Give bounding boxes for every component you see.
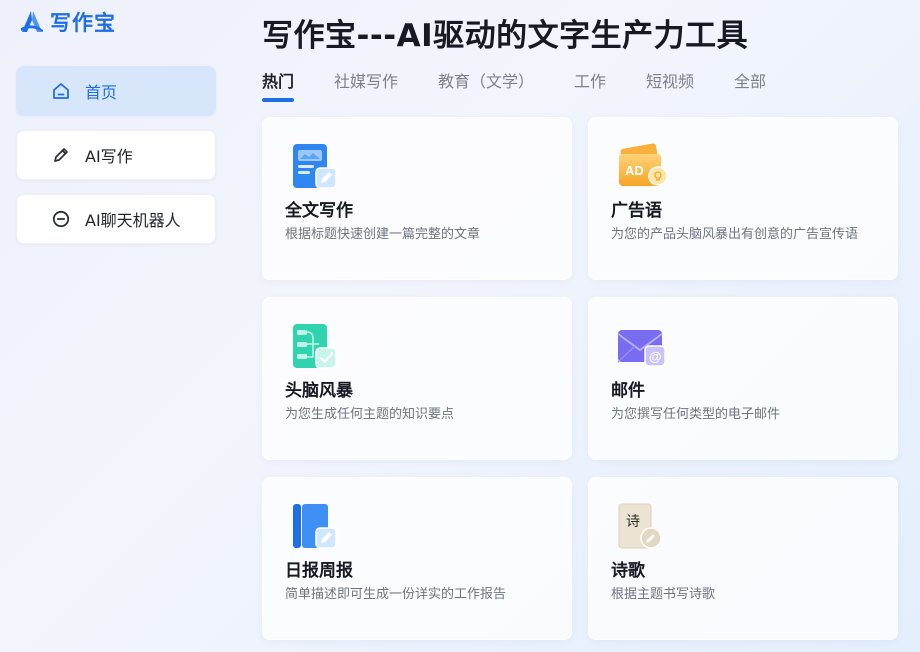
card-full-article[interactable]: 全文写作 根据标题快速创建一篇完整的文章 bbox=[262, 117, 572, 280]
card-description: 根据标题快速创建一篇完整的文章 bbox=[285, 227, 481, 242]
card-title: 邮件 bbox=[611, 381, 645, 401]
tab-all[interactable]: 全部 bbox=[734, 70, 766, 102]
card-title: 诗歌 bbox=[611, 561, 645, 581]
card-description: 为您的产品头脑风暴出有创意的广告宣传语 bbox=[611, 227, 859, 242]
tab-social-media[interactable]: 社媒写作 bbox=[334, 70, 398, 102]
card-title: 广告语 bbox=[611, 201, 662, 221]
notebook-icon bbox=[289, 502, 343, 552]
card-title: 全文写作 bbox=[285, 201, 353, 221]
home-icon bbox=[51, 81, 71, 101]
sidebar-item-ai-writing[interactable]: AI写作 bbox=[16, 130, 216, 180]
card-poetry[interactable]: 诗 诗歌 根据主题书写诗歌 bbox=[588, 477, 898, 640]
tab-education[interactable]: 教育（文学） bbox=[438, 70, 534, 102]
sidebar-item-home[interactable]: 首页 bbox=[16, 66, 216, 116]
tool-cards: 全文写作 根据标题快速创建一篇完整的文章 AD 广告语 为您的产品头脑风暴出有创… bbox=[262, 117, 898, 640]
card-ad-slogan[interactable]: AD 广告语 为您的产品头脑风暴出有创意的广告宣传语 bbox=[588, 117, 898, 280]
pencil-icon bbox=[51, 145, 71, 165]
sidebar-item-ai-chatbot[interactable]: AI聊天机器人 bbox=[16, 194, 216, 244]
sidebar-item-label: 首页 bbox=[85, 83, 118, 102]
mind-map-icon bbox=[289, 322, 343, 372]
sidebar-item-label: AI聊天机器人 bbox=[85, 211, 181, 230]
card-title: 日报周报 bbox=[285, 561, 353, 581]
card-description: 为您撰写任何类型的电子邮件 bbox=[611, 407, 781, 422]
card-daily-weekly-report[interactable]: 日报周报 简单描述即可生成一份详实的工作报告 bbox=[262, 477, 572, 640]
card-description: 根据主题书写诗歌 bbox=[611, 587, 716, 602]
sidebar: 首页 AI写作 AI聊天机器人 bbox=[16, 66, 216, 244]
document-edit-icon bbox=[289, 142, 343, 192]
logo-icon bbox=[21, 11, 43, 32]
tab-hot[interactable]: 热门 bbox=[262, 70, 295, 102]
chat-bubble-icon bbox=[51, 209, 71, 229]
card-brainstorm[interactable]: 头脑风暴 为您生成任何主题的知识要点 bbox=[262, 297, 572, 460]
sidebar-item-label: AI写作 bbox=[85, 147, 133, 166]
card-description: 简单描述即可生成一份详实的工作报告 bbox=[285, 587, 507, 602]
poem-glyph: 诗 bbox=[626, 514, 640, 530]
poem-scroll-icon: 诗 bbox=[615, 502, 669, 552]
tab-short-video[interactable]: 短视频 bbox=[646, 70, 694, 102]
ad-card-icon: AD bbox=[615, 142, 669, 192]
svg-text:@: @ bbox=[649, 349, 662, 364]
card-description: 为您生成任何主题的知识要点 bbox=[285, 407, 455, 422]
page-title: 写作宝---AI驱动的文字生产力工具 bbox=[262, 18, 749, 54]
app-logo[interactable]: 写作宝 bbox=[18, 8, 116, 36]
tab-work[interactable]: 工作 bbox=[574, 70, 606, 102]
ad-badge-text: AD bbox=[625, 163, 644, 178]
brand-name: 写作宝 bbox=[50, 11, 116, 35]
card-email[interactable]: @ 邮件 为您撰写任何类型的电子邮件 bbox=[588, 297, 898, 460]
card-title: 头脑风暴 bbox=[285, 381, 353, 401]
mail-icon: @ bbox=[615, 322, 669, 372]
